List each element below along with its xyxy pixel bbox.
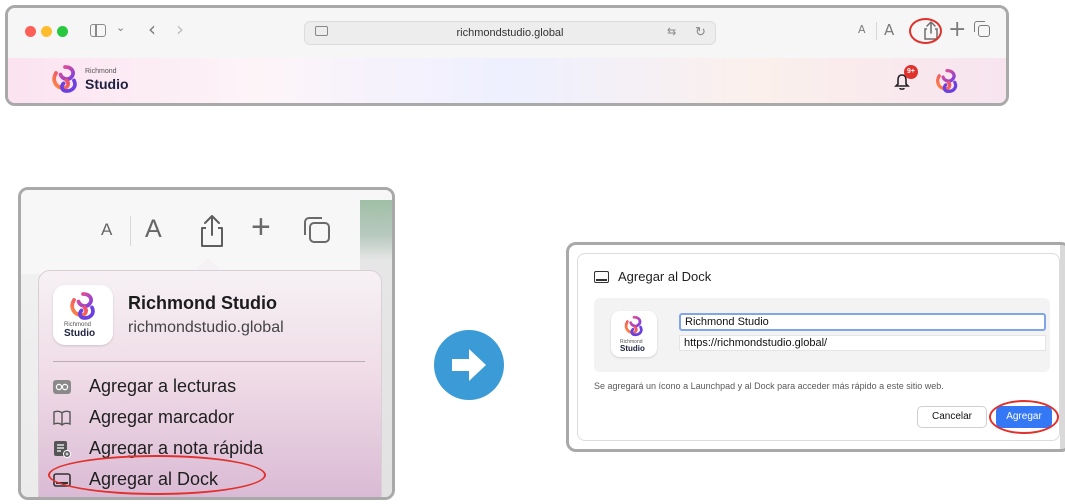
highlight-circle	[48, 455, 266, 495]
highlight-circle	[909, 18, 942, 44]
app-url-field[interactable]: https://richmondstudio.global/	[679, 335, 1046, 351]
translate-icon[interactable]: ⇆	[667, 25, 676, 38]
richmond-studio-logo[interactable]	[50, 64, 80, 94]
site-header: Richmond Studio 9+	[8, 58, 1006, 103]
zoomed-toolbar: A A +	[21, 190, 360, 274]
address-text: richmondstudio.global	[456, 27, 564, 39]
site-title: Richmond Studio	[128, 293, 277, 313]
zoom-window-button[interactable]	[57, 26, 68, 37]
share-icon[interactable]	[197, 213, 227, 249]
richmond-studio-logo	[68, 291, 98, 321]
richmond-studio-logo	[623, 315, 645, 337]
decrease-text-size-button[interactable]: A	[858, 23, 866, 36]
close-window-button[interactable]	[25, 26, 36, 37]
app-details-box: Richmond Studio Richmond Studio https://…	[594, 298, 1050, 372]
browser-toolbar-panel: ⌄ ‹ › richmondstudio.global ⇆ ↻ A A + Ri…	[5, 5, 1009, 106]
address-bar[interactable]: richmondstudio.global ⇆ ↻	[304, 21, 716, 45]
divider	[130, 216, 131, 246]
menu-item-add-bookmark[interactable]: Agregar marcador	[53, 406, 353, 430]
browser-toolbar: ⌄ ‹ › richmondstudio.global ⇆ ↻ A A +	[8, 8, 1006, 58]
dock-icon	[594, 271, 609, 283]
reload-icon[interactable]: ↻	[695, 24, 706, 40]
site-app-icon[interactable]: Richmond Studio	[611, 311, 657, 357]
user-avatar[interactable]	[934, 68, 960, 94]
divider	[876, 22, 877, 40]
app-name-field[interactable]: Richmond Studio	[679, 313, 1046, 331]
new-tab-icon[interactable]: +	[251, 208, 271, 247]
next-step-arrow	[434, 330, 504, 400]
back-icon[interactable]: ‹	[148, 17, 156, 41]
decrease-text-size-button[interactable]: A	[101, 220, 112, 240]
site-app-icon: Richmond Studio	[53, 285, 113, 345]
brand-line2: Studio	[85, 76, 129, 92]
chevron-down-icon[interactable]: ⌄	[116, 21, 125, 34]
divider	[53, 361, 365, 362]
highlight-circle	[989, 400, 1059, 434]
menu-item-add-to-reading-list[interactable]: Agregar a lecturas	[53, 375, 353, 399]
tab-overview-icon[interactable]	[974, 21, 990, 37]
brand-line2: Studio	[620, 344, 645, 353]
increase-text-size-button[interactable]: A	[145, 215, 162, 244]
minimize-window-button[interactable]	[41, 26, 52, 37]
dialog-title: Agregar al Dock	[618, 269, 712, 284]
new-tab-icon[interactable]: +	[948, 17, 966, 42]
notification-badge: 9+	[904, 65, 918, 79]
add-to-dock-dialog: Agregar al Dock Richmond Studio Richmond…	[577, 253, 1060, 441]
cancel-button[interactable]: Cancelar	[917, 406, 987, 428]
arrow-right-icon	[452, 349, 486, 381]
increase-text-size-button[interactable]: A	[884, 21, 894, 39]
tab-overview-icon[interactable]	[304, 217, 330, 243]
reading-list-icon	[53, 380, 71, 394]
site-url: richmondstudio.global	[128, 319, 284, 336]
sidebar-icon[interactable]	[90, 24, 106, 37]
brand-line2: Studio	[64, 328, 96, 339]
book-icon	[53, 410, 71, 426]
dialog-description: Se agregará un ícono a Launchpad y al Do…	[594, 381, 944, 391]
share-menu-panel: A A + Richmond Studio Richmond Studio ri…	[18, 187, 395, 500]
quick-note-icon	[54, 441, 71, 458]
forward-icon[interactable]: ›	[176, 17, 184, 41]
add-to-dock-panel: Agregar al Dock Richmond Studio Richmond…	[566, 242, 1065, 452]
brand-line1: Richmond	[85, 68, 117, 75]
